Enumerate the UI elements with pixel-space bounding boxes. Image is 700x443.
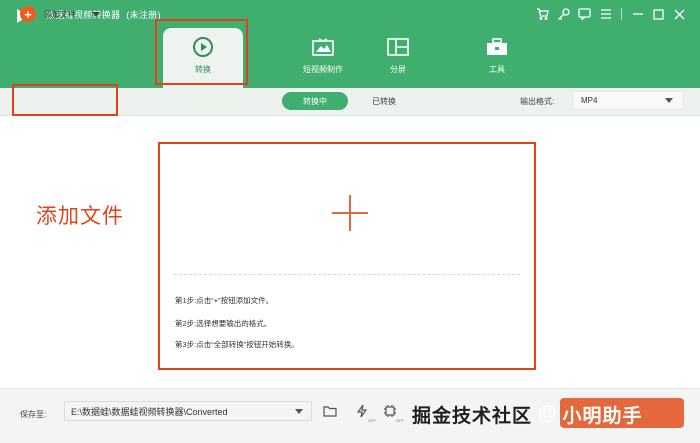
open-folder-icon[interactable] (322, 403, 338, 419)
close-icon[interactable] (669, 6, 690, 22)
save-to-label: 保存至: (20, 410, 47, 419)
tab-converting[interactable]: 转换中 (282, 92, 348, 110)
tab-short-video[interactable]: 短视频制作 (278, 28, 368, 88)
tab-converted[interactable]: 已转换 (362, 92, 406, 110)
add-file-annotation: 添加文件 (36, 205, 124, 228)
cart-icon[interactable] (532, 6, 553, 22)
short-video-icon (312, 36, 334, 58)
drop-area-divider (174, 274, 520, 275)
registration-status: (未注册) (126, 10, 161, 20)
step-1-text: 第1步:点击“+”按钮添加文件。 (175, 296, 274, 305)
save-path-value: E:\数据蛙\数据蛙视频转换器\Converted (71, 406, 228, 417)
add-file-label: 添加文件 (44, 9, 76, 19)
tab-tools-label: 工具 (489, 65, 505, 74)
tab-short-video-label: 短视频制作 (303, 65, 343, 74)
watermark: 掘金技术社区 @ 小明助手 (412, 398, 692, 430)
tab-convert-label: 转换 (195, 65, 211, 74)
hardware-accel-icon[interactable]: OFF (354, 403, 376, 423)
watermark-site: 掘金技术社区 (412, 405, 533, 427)
chevron-down-icon (295, 409, 303, 414)
hardware-accel-off-badge: OFF (368, 418, 376, 423)
chevron-down-icon[interactable] (92, 11, 100, 17)
tab-split-screen[interactable]: 分屏 (358, 28, 438, 88)
tab-convert[interactable]: 转换 (163, 28, 243, 88)
minimize-icon[interactable] (627, 6, 648, 22)
gpu-off-badge: OFF (396, 418, 404, 423)
gpu-icon[interactable]: OFF (382, 403, 404, 423)
output-format-select[interactable]: MP4 (572, 91, 684, 110)
key-icon[interactable] (553, 6, 574, 22)
feedback-icon[interactable] (574, 6, 595, 22)
watermark-user: 小明助手 (562, 405, 643, 427)
split-screen-icon (387, 36, 409, 58)
watermark-at: @ (538, 403, 557, 424)
save-path-select[interactable]: E:\数据蛙\数据蛙视频转换器\Converted (64, 401, 312, 421)
menu-icon[interactable] (595, 6, 616, 22)
convert-icon (192, 36, 214, 58)
step-2-text: 第2步:选择想要输出的格式。 (175, 319, 272, 328)
window-controls (532, 6, 690, 22)
step-3-text: 第3步:点击“全部转换”按钮开始转换。 (175, 340, 299, 349)
window-controls-divider (621, 8, 622, 20)
maximize-icon[interactable] (648, 6, 669, 22)
tab-tools[interactable]: 工具 (457, 28, 537, 88)
output-format-label: 输出格式: (520, 97, 555, 106)
add-plus-icon[interactable] (332, 195, 368, 231)
file-drop-area[interactable]: 第1步:点击“+”按钮添加文件。 第2步:选择想要输出的格式。 第3步:点击“全… (160, 143, 534, 369)
add-file-button[interactable]: + 添加文件 (20, 4, 100, 24)
add-icon: + (20, 6, 36, 22)
chevron-down-icon (665, 98, 673, 103)
toolbox-icon (486, 36, 508, 58)
tab-split-screen-label: 分屏 (390, 65, 406, 74)
output-format-value: MP4 (581, 96, 598, 105)
